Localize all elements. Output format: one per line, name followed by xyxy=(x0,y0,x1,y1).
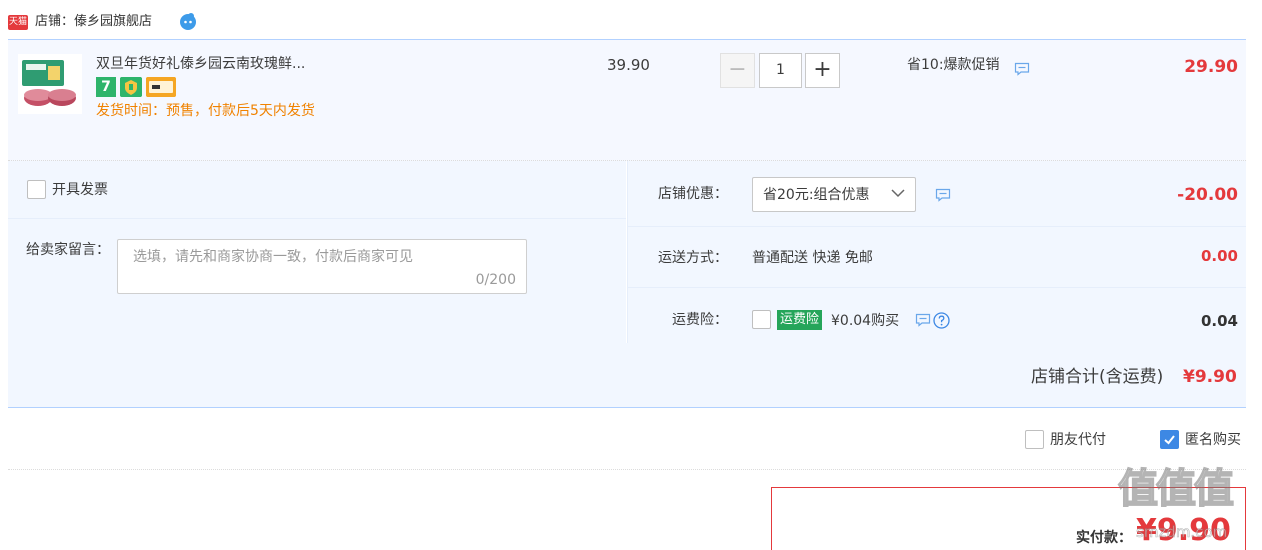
shipping-insurance-amount: 0.04 xyxy=(1200,312,1238,330)
product-thumbnail[interactable] xyxy=(18,54,82,114)
shipping-amount: 0.00 xyxy=(1200,247,1238,265)
insurance-info-icon[interactable] xyxy=(915,313,931,327)
shipping-insurance-tag: 运费险 xyxy=(777,310,823,330)
shipping-insurance-label: 运费险： xyxy=(672,312,728,328)
invoice-checkbox[interactable] xyxy=(27,180,46,199)
store-total-label: 店铺合计(含运费) xyxy=(1031,367,1164,387)
store-discount-amount: -20.00 xyxy=(1177,185,1238,205)
shipping-method-label: 运送方式： xyxy=(658,250,728,266)
message-char-counter: 0/200 xyxy=(475,272,516,288)
quantity-increase-button[interactable]: + xyxy=(805,53,840,88)
invoice-label[interactable]: 开具发票 xyxy=(52,180,108,200)
friend-pay-checkbox[interactable] xyxy=(1025,430,1044,449)
seven-day-return-badge: 7 xyxy=(96,77,116,97)
shipping-method-value: 普通配送 快递 免邮 xyxy=(752,250,873,266)
quantity-input[interactable]: 1 xyxy=(759,53,802,88)
watermark-url: smzdm.com xyxy=(1136,523,1228,542)
shipping-insurance-price: ¥0.04购买 xyxy=(831,313,900,329)
store-discount-selected: 省20元:组合优惠 xyxy=(763,187,870,203)
shipping-time-note: 发货时间：预售，付款后5天内发货 xyxy=(96,103,315,119)
chevron-down-icon xyxy=(891,189,905,198)
seller-message-input[interactable]: 选填，请先和商家协商一致，付款后商家可见 0/200 xyxy=(117,239,527,294)
quantity-decrease-button[interactable]: − xyxy=(720,53,755,88)
row-divider xyxy=(627,287,1246,288)
checkmark-icon xyxy=(1164,435,1175,445)
store-discount-label: 店铺优惠： xyxy=(658,186,728,202)
tmall-badge: 天猫 xyxy=(8,15,28,30)
wangwang-chat-icon[interactable] xyxy=(178,11,198,31)
question-mark-icon[interactable] xyxy=(933,312,950,329)
product-title[interactable]: 双旦年货好礼傣乡园云南玫瑰鲜... xyxy=(96,55,305,73)
site-watermark: 值值值 smzdm.com xyxy=(1114,465,1262,550)
section-divider xyxy=(8,469,1246,470)
friend-pay-label[interactable]: 朋友代付 xyxy=(1050,430,1106,450)
store-discount-select[interactable]: 省20元:组合优惠 xyxy=(752,177,916,212)
original-price: 39.90 xyxy=(607,56,650,74)
discount-info-icon[interactable] xyxy=(935,188,951,202)
row-divider xyxy=(627,226,1246,227)
anonymous-purchase-label[interactable]: 匿名购买 xyxy=(1185,430,1241,450)
promotion-info-icon[interactable] xyxy=(1014,62,1030,76)
guarantee-icon xyxy=(120,77,142,97)
message-label: 给卖家留言： xyxy=(26,242,110,258)
item-promotion: 省10:爆款促销 xyxy=(907,57,1000,73)
message-placeholder: 选填，请先和商家协商一致，付款后商家可见 xyxy=(133,249,413,265)
store-total-value: ¥9.90 xyxy=(1183,367,1237,387)
credit-card-icon xyxy=(146,77,176,97)
shop-name[interactable]: 店铺：傣乡园旗舰店 xyxy=(35,12,152,32)
watermark-logo-text: 值值值 xyxy=(1117,465,1235,513)
anonymous-purchase-checkbox[interactable] xyxy=(1160,430,1179,449)
item-subtotal: 29.90 xyxy=(1184,57,1238,77)
shipping-insurance-checkbox[interactable] xyxy=(752,310,771,329)
